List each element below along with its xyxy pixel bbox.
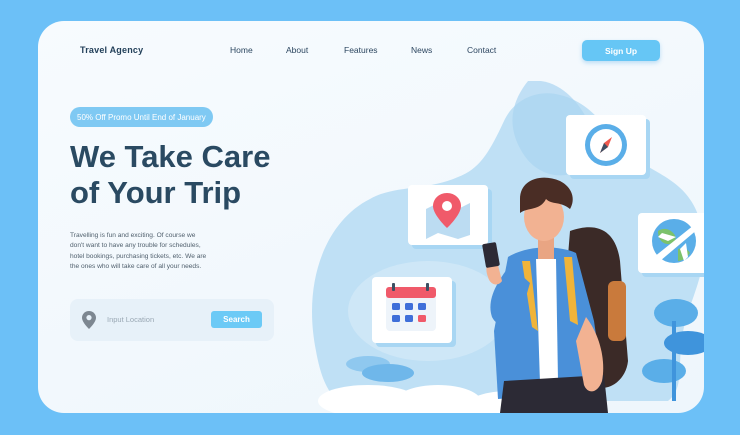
search-button[interactable]: Search <box>211 311 262 328</box>
landing-card: Travel Agency Home About Features News C… <box>38 21 704 413</box>
hero-description: Travelling is fun and exciting. Of cours… <box>70 232 207 271</box>
compass-icon <box>566 115 650 179</box>
nav-features[interactable]: Features <box>344 45 378 55</box>
location-input[interactable]: Input Location <box>107 315 154 324</box>
brand-logo[interactable]: Travel Agency <box>80 45 143 55</box>
promo-badge: 50% Off Promo Until End of January <box>70 107 213 127</box>
traveler-illustration <box>312 81 704 413</box>
sign-up-button[interactable]: Sign Up <box>582 40 660 61</box>
location-search-box: Input Location Search <box>70 299 274 341</box>
page-title: We Take Care of Your Trip <box>70 139 310 211</box>
title-line-1: We Take Care <box>70 139 271 174</box>
calendar-icon <box>372 277 456 347</box>
nav-home[interactable]: Home <box>230 45 253 55</box>
nav-contact[interactable]: Contact <box>467 45 496 55</box>
nav-news[interactable]: News <box>411 45 432 55</box>
title-line-2: of Your Trip <box>70 175 242 210</box>
globe-airplane-icon <box>638 213 704 277</box>
location-pin-icon <box>82 311 96 329</box>
map-pin-card-icon <box>408 185 492 249</box>
nav-about[interactable]: About <box>286 45 308 55</box>
